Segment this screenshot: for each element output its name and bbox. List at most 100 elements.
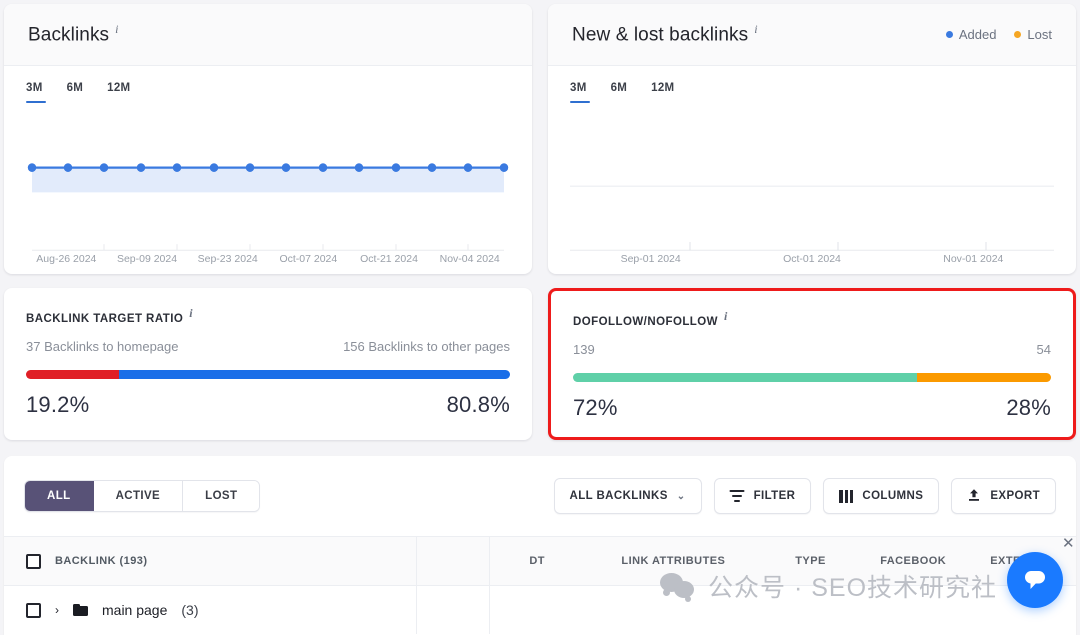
export-button-label: EXPORT (990, 490, 1040, 502)
chat-icon (1025, 571, 1045, 589)
target-ratio-right-label: 156 Backlinks to other pages (343, 338, 510, 354)
target-ratio-title: BACKLINK TARGET RATIO i (26, 306, 510, 325)
range-tab-12m[interactable]: 12M (107, 82, 130, 103)
backlinks-chart-header: Backlinks i (4, 4, 532, 66)
export-button[interactable]: EXPORT (951, 478, 1056, 514)
range-tab-6m[interactable]: 6M (611, 82, 628, 103)
header-label-facebook: FACEBOOK (880, 555, 947, 567)
legend-item-added[interactable]: Added (945, 27, 997, 42)
tab-active[interactable]: ACTIVE (93, 481, 184, 511)
target-ratio-bar (26, 369, 510, 379)
range-tab-3m[interactable]: 3M (570, 82, 590, 103)
x-tick: Oct-01 2024 (783, 253, 841, 265)
new-lost-range-tabs: 3M 6M 12M (570, 82, 1054, 103)
new-lost-x-axis: Sep-01 2024 Oct-01 2024 Nov-01 2024 (570, 253, 1054, 265)
backlinks-table-panel: ALL ACTIVE LOST ALL BACKLINKS ⌄ FILTER C… (4, 456, 1076, 635)
range-tab-6m[interactable]: 6M (67, 82, 84, 103)
dofollow-title-text: DOFOLLOW/NOFOLLOW (573, 315, 718, 328)
info-icon[interactable]: i (724, 309, 728, 323)
legend-item-lost[interactable]: Lost (1014, 27, 1052, 42)
export-icon-svg (969, 488, 980, 501)
header-cell-facebook[interactable]: FACEBOOK (859, 537, 968, 585)
dofollow-bar (573, 372, 1051, 382)
target-ratio-segment-other (118, 369, 510, 379)
row-label-name: main page (102, 602, 168, 618)
columns-button[interactable]: COLUMNS (823, 478, 940, 514)
row-cell-dt (490, 586, 585, 634)
backlinks-chart-body: 3M 6M 12M Aug-26 2024 Sep-09 2024 Sep-23… (4, 66, 532, 273)
header-label-dt: DT (529, 555, 545, 567)
range-tab-12m[interactable]: 12M (651, 82, 674, 103)
header-cell-link-attributes[interactable]: LINK ATTRIBUTES (585, 537, 763, 585)
tab-lost[interactable]: LOST (183, 481, 260, 511)
toolbar-actions: ALL BACKLINKS ⌄ FILTER COLUMNS EXPORT (553, 478, 1056, 514)
header-cell-spacer (417, 537, 490, 585)
new-lost-body: 3M 6M 12M Sep-01 2024 Oct-01 2024 Nov-01… (548, 66, 1076, 273)
info-icon[interactable]: i (754, 22, 757, 36)
row-cell-type (762, 586, 859, 634)
table-header-row: BACKLINK (193) DT LINK ATTRIBUTES TYPE F… (4, 536, 1076, 586)
x-tick: Sep-23 2024 (197, 253, 258, 265)
row-cell-link-attributes (585, 586, 763, 634)
tab-all[interactable]: ALL (25, 481, 94, 511)
backlinks-chart-title: Backlinks i (28, 22, 119, 46)
header-cell-backlink: BACKLINK (193) (4, 537, 417, 585)
x-tick: Sep-01 2024 (620, 253, 681, 265)
dofollow-right-pct: 28% (1006, 394, 1051, 420)
x-tick: Aug-26 2024 (36, 253, 97, 265)
range-tab-3m[interactable]: 3M (26, 82, 46, 103)
target-ratio-title-text: BACKLINK TARGET RATIO (26, 312, 184, 325)
backlinks-line-svg (27, 163, 509, 251)
columns-icon (839, 489, 854, 503)
status-filter-segmented: ALL ACTIVE LOST (24, 480, 261, 512)
chevron-down-icon: ⌄ (676, 490, 686, 502)
new-lost-title: New & lost backlinks i (572, 22, 758, 46)
backlinks-line-plot: Aug-26 2024 Sep-09 2024 Sep-23 2024 Oct-… (26, 118, 510, 273)
backlink-target-ratio-card: BACKLINK TARGET RATIO i 37 Backlinks to h… (4, 288, 532, 440)
backlinks-range-tabs: 3M 6M 12M (26, 82, 510, 103)
filter-button-label: FILTER (753, 490, 796, 502)
x-tick: Nov-04 2024 (439, 253, 500, 265)
header-label-backlink: BACKLINK (193) (55, 555, 148, 567)
info-icon[interactable]: i (115, 22, 118, 36)
chat-bubble-button[interactable] (1007, 552, 1063, 608)
header-cell-type[interactable]: TYPE (762, 537, 859, 585)
x-tick: Sep-09 2024 (116, 253, 178, 265)
dofollow-left-pct: 72% (573, 394, 618, 420)
x-tick: Oct-21 2024 (360, 253, 418, 265)
row-cell-backlink: › main page (3) (4, 586, 417, 634)
export-icon (967, 488, 981, 505)
dofollow-title: DOFOLLOW/NOFOLLOW i (573, 309, 1051, 328)
target-ratio-left-pct: 19.2% (26, 391, 90, 417)
backlinks-chart-card: Backlinks i 3M 6M 12M Aug-26 2024 Sep-09… (4, 4, 532, 274)
target-ratio-sublabels: 37 Backlinks to homepage 156 Backlinks t… (26, 339, 510, 354)
dashboard-page: Backlinks i 3M 6M 12M Aug-26 2024 Sep-09… (0, 0, 1080, 635)
new-lost-legend: Added Lost (945, 27, 1052, 42)
legend-dot-added (945, 31, 953, 38)
row-cell-facebook (859, 586, 968, 634)
dofollow-right-label: 54 (1036, 341, 1051, 357)
backlinks-chart-title-text: Backlinks (28, 24, 110, 46)
new-lost-title-text: New & lost backlinks (572, 24, 749, 46)
folder-icon (73, 604, 88, 616)
row-cell-spacer (417, 586, 490, 634)
header-label-link-attributes: LINK ATTRIBUTES (621, 555, 726, 567)
legend-dot-lost (1014, 31, 1022, 38)
table-toolbar: ALL ACTIVE LOST ALL BACKLINKS ⌄ FILTER C… (4, 456, 1076, 536)
info-icon[interactable]: i (189, 306, 193, 320)
filter-icon (729, 490, 745, 502)
x-tick: Oct-07 2024 (279, 253, 338, 265)
target-ratio-left-label: 37 Backlinks to homepage (26, 338, 179, 354)
expand-caret-icon[interactable]: › (55, 603, 59, 617)
select-all-checkbox[interactable] (26, 553, 41, 569)
table-row[interactable]: › main page (3) (4, 586, 1076, 634)
dofollow-segment-dofollow (573, 372, 918, 382)
legend-label-lost: Lost (1027, 27, 1052, 42)
dofollow-sublabels: 139 54 (573, 342, 1051, 357)
header-cell-dt[interactable]: DT (490, 537, 585, 585)
all-backlinks-select[interactable]: ALL BACKLINKS ⌄ (553, 478, 702, 514)
chat-close-icon[interactable]: ✕ (1062, 536, 1075, 551)
legend-label-added: Added (958, 27, 997, 42)
filter-button[interactable]: FILTER (713, 478, 812, 514)
row-checkbox[interactable] (26, 602, 41, 618)
